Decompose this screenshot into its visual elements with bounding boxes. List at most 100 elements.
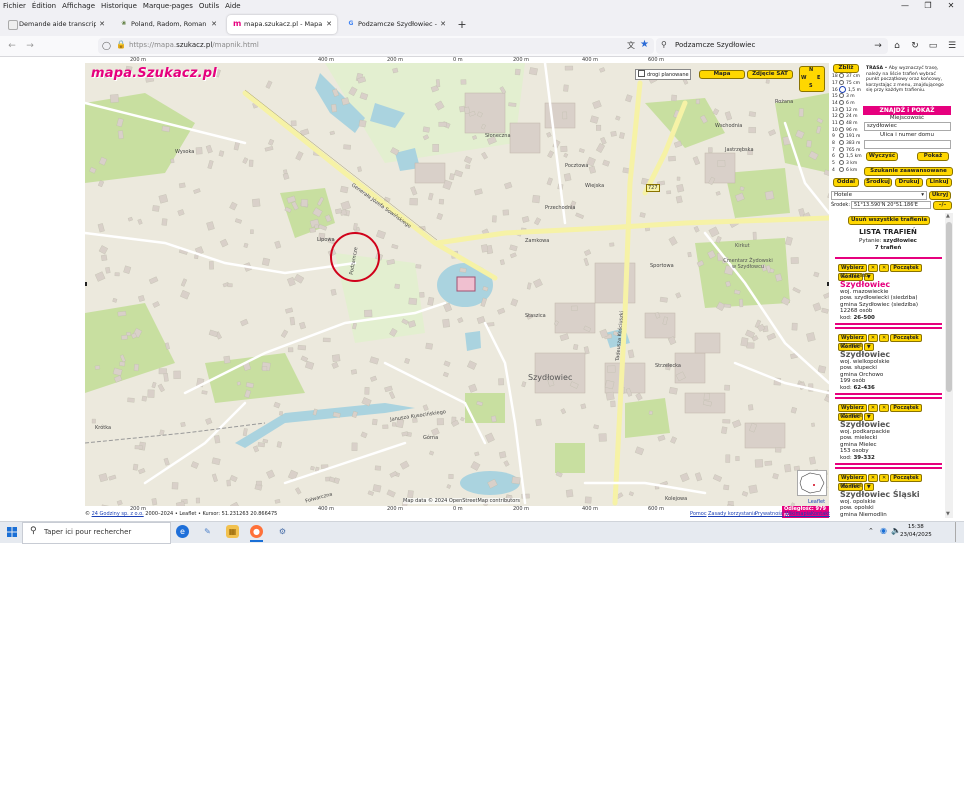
scrollbar-thumb[interactable] [946, 222, 952, 392]
search-go-icon[interactable]: → [872, 40, 884, 52]
tab-demande-aide[interactable]: Demande aide transcription act ✕ [2, 15, 110, 34]
close-tab-icon[interactable]: ✕ [211, 15, 217, 34]
center-button[interactable]: Środkuj [864, 178, 892, 187]
coords-format-button[interactable]: –/– [933, 201, 952, 210]
poland-minimap[interactable] [797, 470, 827, 496]
file-explorer-icon[interactable]: ▦ [226, 525, 239, 538]
contact-link[interactable]: Kontakt [811, 511, 830, 517]
menu-affichage[interactable]: Affichage [59, 0, 98, 11]
poi-select[interactable]: Hotele ▾ [831, 191, 927, 200]
menu-marque-pages[interactable]: Marque-pages [140, 0, 196, 11]
remove-button[interactable]: ✕ [879, 264, 890, 272]
privacy-link[interactable]: Prywatność [755, 511, 784, 517]
new-tab-icon[interactable]: + [456, 18, 468, 32]
lock-icon[interactable]: 🔒 [116, 40, 126, 49]
satellite-mode-button[interactable]: Zdjęcie SAT [747, 70, 793, 79]
select-button[interactable]: Wybierz [838, 404, 867, 412]
route-start-button[interactable]: Początek [890, 264, 922, 272]
mark-button[interactable]: ✕ [867, 474, 879, 482]
firefox-icon[interactable]: ● [250, 525, 263, 538]
pen-tool-icon[interactable]: ✎ [201, 525, 214, 538]
translate-icon[interactable]: 文 [627, 40, 635, 51]
center-coords-value[interactable]: 51°13.590'N 20°51.186'E [851, 201, 931, 209]
remove-button[interactable]: ✕ [879, 474, 890, 482]
mark-button[interactable]: ✕ [867, 404, 879, 412]
zoom-level-option[interactable]: 17 75 cm [832, 79, 862, 86]
compass-n[interactable]: N [809, 67, 813, 73]
route-start-button[interactable]: Początek [890, 404, 922, 412]
clear-button[interactable]: Wyczyść [866, 152, 898, 161]
zoom-level-option[interactable]: 12 24 m [832, 113, 862, 119]
back-icon[interactable]: ← [6, 40, 18, 52]
home-icon[interactable]: ⌂ [891, 40, 903, 52]
map-canvas[interactable]: mapa.Szukacz.pl drogi planowane Mapa Zdj… [85, 63, 829, 506]
terms-link[interactable]: Zasady korzystania [708, 511, 757, 517]
zoom-level-option[interactable]: 46 km [832, 166, 862, 173]
menu-edition[interactable]: Édition [29, 0, 59, 11]
network-icon[interactable]: ◉ [880, 526, 887, 535]
compass-icon[interactable]: N W E S [799, 66, 825, 92]
leaflet-link[interactable]: Leaflet [808, 499, 825, 505]
menu-aide[interactable]: Aide [222, 0, 243, 11]
zoom-in-button[interactable]: Zbliż [833, 64, 859, 73]
link-button[interactable]: Linkuj [926, 178, 952, 187]
scroll-down-icon[interactable]: ▼ [946, 511, 950, 517]
mark-button[interactable]: ✕ [867, 334, 879, 342]
result-name[interactable]: Szydłowiec [840, 350, 890, 359]
remove-all-button[interactable]: Usuń wszystkie trafienia [848, 216, 930, 225]
tab-poland-radom[interactable]: ❀ Poland, Radom, Roman Catholi ✕ [114, 15, 222, 34]
menu-fichier[interactable]: Fichier [0, 0, 29, 11]
szukacz-logo[interactable]: mapa.Szukacz.pl [91, 66, 217, 81]
mark-button[interactable]: ✕ [867, 264, 879, 272]
reload-icon[interactable]: ↻ [909, 40, 921, 52]
app-menu-icon[interactable]: ☰ [946, 40, 958, 52]
forward-icon[interactable]: → [24, 40, 36, 52]
map-mode-button[interactable]: Mapa [699, 70, 745, 79]
tracking-shield-icon[interactable]: ◯ [102, 41, 111, 50]
close-window-icon[interactable]: ✕ [940, 0, 962, 12]
zoom-level-option[interactable]: 10 96 m [832, 126, 862, 133]
result-name[interactable]: Szydłowiec [840, 280, 918, 289]
zoom-level-option[interactable]: 11 48 m [832, 119, 862, 126]
close-tab-icon[interactable]: ✕ [326, 15, 332, 34]
restore-icon[interactable]: ❐ [917, 0, 939, 12]
zoom-level-option[interactable]: 18 37 cm [832, 73, 862, 79]
extensions-icon[interactable]: ▭ [927, 40, 939, 52]
route-start-button[interactable]: Początek [890, 474, 922, 482]
menu-outils[interactable]: Outils [196, 0, 222, 11]
app-icon[interactable]: ⚙ [276, 525, 289, 538]
remove-button[interactable]: ✕ [879, 334, 890, 342]
wikimapia-link[interactable]: Wikimapia [785, 511, 811, 517]
zoom-level-option[interactable]: 9 191 m [832, 133, 862, 139]
route-start-button[interactable]: Początek [890, 334, 922, 342]
compass-w[interactable]: W [801, 75, 807, 81]
zoom-level-option[interactable]: 16 1,5 m [832, 86, 862, 94]
select-button[interactable]: Wybierz [838, 474, 867, 482]
tab-podzamcze-search[interactable]: G Podzamcze Szydłowiec - Reche ✕ [341, 15, 451, 34]
show-button[interactable]: Pokaż [917, 152, 949, 161]
hide-button[interactable]: Ukryj [929, 191, 951, 200]
taskbar-clock[interactable]: 15:38 23/04/2025 [900, 523, 932, 539]
remove-button[interactable]: ✕ [879, 404, 890, 412]
street-input[interactable] [864, 140, 951, 149]
advanced-search-button[interactable]: Szukanie zaawansowane [864, 167, 953, 176]
bookmark-star-icon[interactable]: ★ [640, 39, 649, 50]
edge-browser-icon[interactable]: e [176, 525, 189, 538]
show-desktop-button[interactable] [955, 522, 958, 542]
minimize-icon[interactable]: — [894, 0, 916, 12]
select-button[interactable]: Wybierz [838, 264, 867, 272]
zoom-level-option[interactable]: 14 6 m [832, 99, 862, 106]
city-input[interactable]: szydłowiec [864, 122, 951, 131]
close-tab-icon[interactable]: ✕ [99, 15, 105, 34]
zoom-level-option[interactable]: 8 383 m [832, 140, 862, 146]
print-button[interactable]: Drukuj [895, 178, 923, 187]
tab-mapa-szukacz[interactable]: m mapa.szukacz.pl - Mapa Polski : ✕ [227, 15, 337, 34]
zoom-level-option[interactable]: 13 12 m [832, 106, 862, 113]
select-button[interactable]: Wybierz [838, 334, 867, 342]
help-link[interactable]: Pomoc [690, 511, 707, 517]
compass-s[interactable]: S [809, 83, 813, 89]
zoom-level-option[interactable]: 7 765 m [832, 146, 862, 153]
menu-historique[interactable]: Historique [98, 0, 140, 11]
close-tab-icon[interactable]: ✕ [440, 15, 446, 34]
windows-start-icon[interactable] [7, 527, 17, 537]
